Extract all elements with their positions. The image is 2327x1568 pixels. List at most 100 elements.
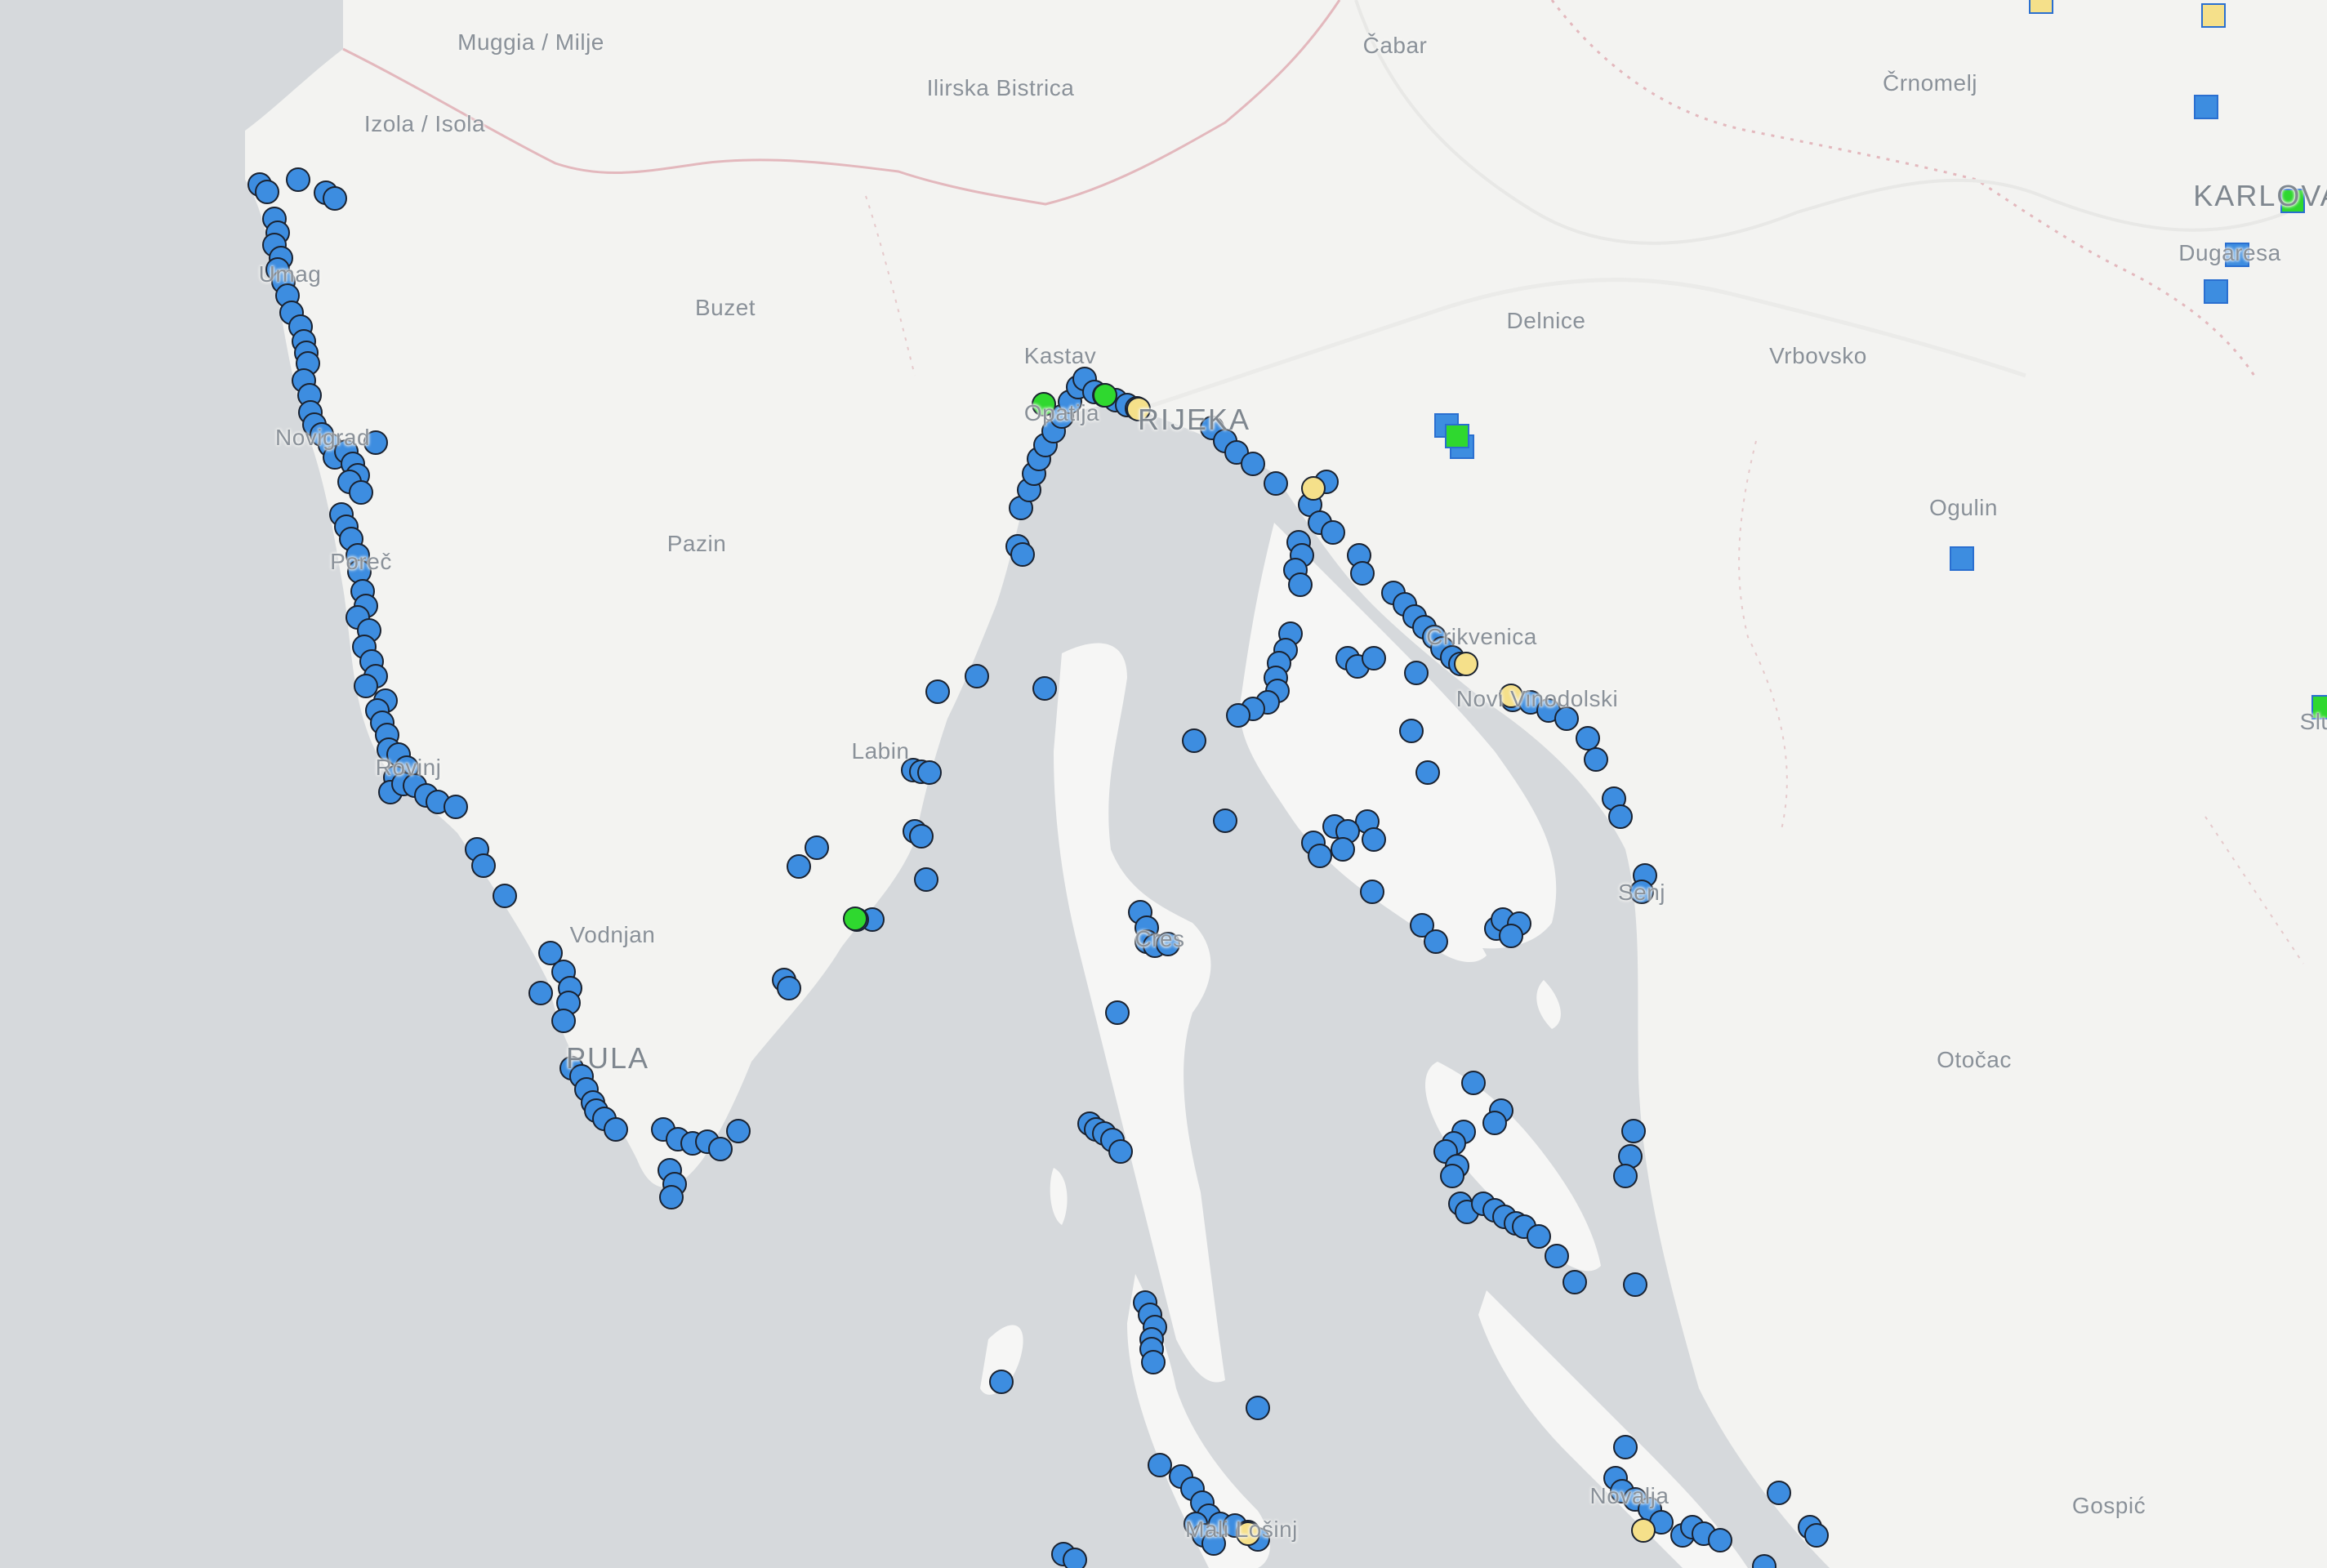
blue-circle-marker[interactable] [989, 1370, 1014, 1394]
yellow-circle-marker[interactable] [1454, 652, 1478, 676]
blue-circle-marker[interactable] [1562, 1270, 1587, 1294]
blue-circle-marker[interactable] [1241, 452, 1265, 476]
blue-circle-marker[interactable] [1613, 1435, 1638, 1459]
place-label-labin: Labin [851, 738, 910, 764]
map-view[interactable]: Muggia / Milje Čabar Črnomelj Ilirska Bistr… [0, 0, 2327, 1568]
blue-circle-marker[interactable] [528, 981, 553, 1005]
blue-circle-marker[interactable] [726, 1119, 751, 1143]
place-label-ogulin: Ogulin [1929, 495, 1998, 520]
blue-circle-marker[interactable] [1148, 1453, 1172, 1477]
green-circle-marker[interactable] [843, 906, 867, 931]
blue-circle-marker[interactable] [1767, 1481, 1791, 1505]
blue-circle-marker[interactable] [1708, 1528, 1732, 1552]
place-label-izola-isola: Izola / Isola [363, 111, 486, 136]
blue-circle-marker[interactable] [1527, 1224, 1551, 1249]
place-label-cres: Cres [1135, 926, 1185, 951]
blue-circle-marker[interactable] [444, 795, 468, 819]
blue-circle-marker[interactable] [1584, 747, 1608, 772]
blue-circle-marker[interactable] [1362, 827, 1386, 852]
blue-circle-marker[interactable] [1288, 572, 1313, 597]
blue-circle-marker[interactable] [1350, 561, 1375, 586]
blue-square-marker[interactable] [2194, 95, 2218, 119]
blue-circle-marker[interactable] [1226, 703, 1250, 728]
place-label-opatija: Opatija [1023, 400, 1100, 425]
blue-circle-marker[interactable] [1440, 1164, 1464, 1188]
blue-circle-marker[interactable] [1105, 1000, 1130, 1025]
blue-circle-marker[interactable] [777, 976, 801, 1000]
place-label-čabar: Čabar [1362, 33, 1428, 58]
blue-circle-marker[interactable] [604, 1117, 628, 1142]
blue-circle-marker[interactable] [1032, 676, 1057, 701]
blue-circle-marker[interactable] [1608, 804, 1633, 829]
place-label-rijeka: RIJEKA [1137, 403, 1251, 436]
blue-circle-marker[interactable] [1321, 520, 1345, 545]
yellow-circle-marker[interactable] [1631, 1518, 1656, 1543]
yellow-square-marker[interactable] [2029, 0, 2053, 14]
blue-circle-marker[interactable] [1331, 837, 1355, 862]
blue-square-marker[interactable] [2204, 279, 2228, 304]
blue-circle-marker[interactable] [1404, 661, 1429, 685]
blue-circle-marker[interactable] [349, 480, 373, 505]
blue-circle-marker[interactable] [708, 1137, 733, 1161]
blue-circle-marker[interactable] [1141, 1350, 1166, 1374]
green-square-marker[interactable] [1445, 424, 1469, 448]
place-label-muggia-milje: Muggia / Milje [457, 29, 604, 55]
place-label-slunj: Slunj [2299, 709, 2327, 734]
place-label-mali-lošinj: Mali Lošinj [1185, 1517, 1298, 1542]
blue-circle-marker[interactable] [471, 853, 496, 878]
blue-circle-marker[interactable] [909, 824, 934, 849]
blue-circle-marker[interactable] [787, 854, 811, 879]
yellow-circle-marker[interactable] [1301, 476, 1326, 501]
blue-circle-marker[interactable] [1804, 1523, 1829, 1548]
place-label-novigrad: Novigrad [274, 425, 371, 450]
place-label-otočac: Otočac [1937, 1047, 2012, 1072]
place-label-umag: Umag [258, 261, 322, 287]
blue-circle-marker[interactable] [1108, 1139, 1133, 1164]
blue-circle-marker[interactable] [1613, 1164, 1638, 1188]
place-label-novalja: Novalja [1589, 1483, 1669, 1508]
place-label-kastav: Kastav [1023, 343, 1097, 368]
place-label-črnomelj: Črnomelj [1882, 70, 1978, 96]
blue-circle-marker[interactable] [255, 180, 279, 204]
blue-circle-marker[interactable] [1264, 471, 1288, 496]
blue-circle-marker[interactable] [917, 760, 942, 785]
blue-circle-marker[interactable] [1576, 726, 1600, 751]
blue-circle-marker[interactable] [323, 186, 347, 211]
blue-circle-marker[interactable] [354, 674, 378, 698]
blue-circle-marker[interactable] [1499, 924, 1523, 948]
blue-circle-marker[interactable] [1545, 1244, 1569, 1268]
place-label-novi-vinodolski: Novi Vinodolski [1455, 686, 1619, 711]
blue-circle-marker[interactable] [1399, 719, 1424, 743]
blue-circle-marker[interactable] [1623, 1272, 1647, 1297]
place-label-vodnjan: Vodnjan [569, 922, 656, 947]
blue-circle-marker[interactable] [1482, 1111, 1507, 1135]
blue-circle-marker[interactable] [1063, 1548, 1087, 1568]
blue-circle-marker[interactable] [1461, 1071, 1486, 1095]
yellow-square-marker[interactable] [2201, 3, 2226, 28]
blue-circle-marker[interactable] [925, 679, 950, 704]
blue-circle-marker[interactable] [965, 664, 989, 688]
blue-circle-marker[interactable] [1213, 808, 1237, 833]
blue-circle-marker[interactable] [1415, 760, 1440, 785]
blue-circle-marker[interactable] [805, 835, 829, 860]
place-label-delnice: Delnice [1506, 308, 1586, 333]
blue-circle-marker[interactable] [1621, 1119, 1646, 1143]
blue-circle-marker[interactable] [1182, 728, 1206, 753]
blue-circle-marker[interactable] [551, 1009, 576, 1033]
blue-circle-marker[interactable] [493, 884, 517, 908]
blue-circle-marker[interactable] [659, 1185, 684, 1209]
place-label-pula: PULA [565, 1041, 650, 1075]
blue-circle-marker[interactable] [1246, 1396, 1270, 1420]
blue-square-marker[interactable] [1950, 546, 1974, 571]
place-label-crikvenica: Crikvenica [1426, 624, 1537, 649]
blue-circle-marker[interactable] [1308, 844, 1332, 868]
blue-circle-marker[interactable] [286, 167, 310, 192]
blue-circle-marker[interactable] [1424, 929, 1448, 954]
blue-circle-marker[interactable] [914, 867, 938, 892]
map-canvas[interactable] [0, 0, 2327, 1568]
blue-circle-marker[interactable] [1010, 542, 1035, 567]
place-label-senj: Senj [1617, 880, 1666, 905]
blue-circle-marker[interactable] [1362, 646, 1386, 670]
place-label-ilirska-bistrica: Ilirska Bistrica [926, 75, 1075, 100]
blue-circle-marker[interactable] [1360, 880, 1384, 904]
